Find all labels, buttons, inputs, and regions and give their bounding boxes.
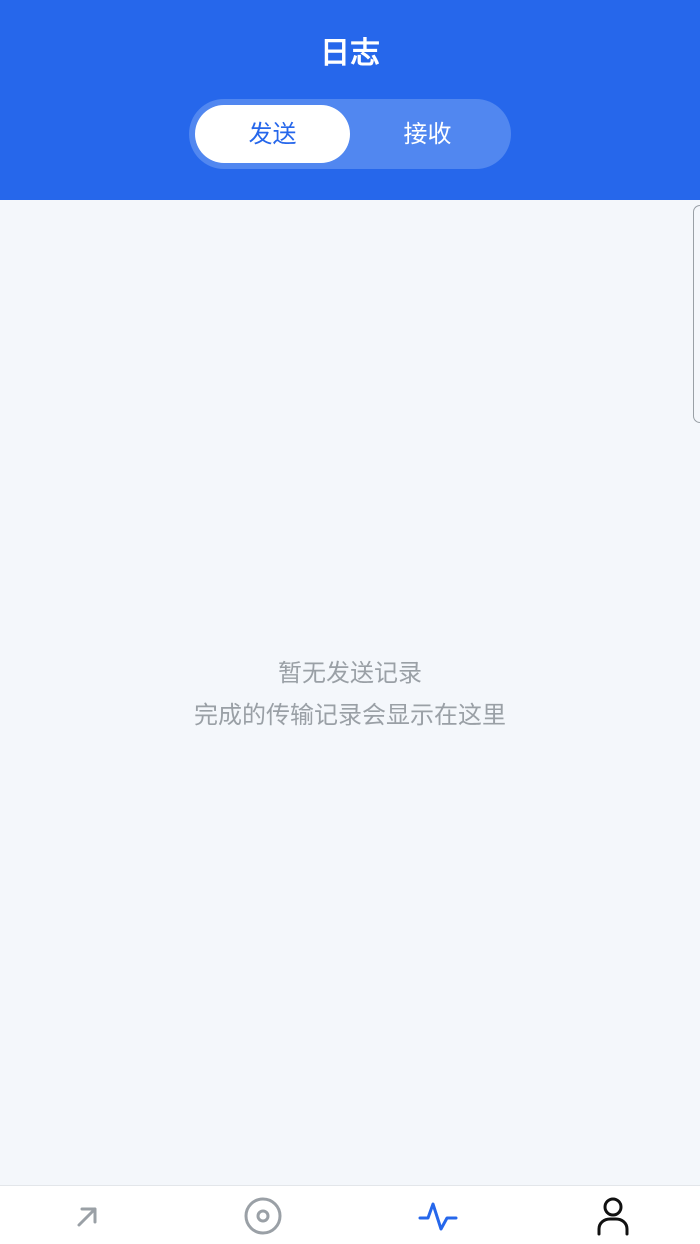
page-title: 日志 [320,36,380,71]
tabbar-item-send[interactable] [0,1186,175,1244]
tabbar-item-log[interactable] [350,1186,525,1244]
empty-state: 暂无发送记录 完成的传输记录会显示在这里 [0,652,700,736]
target-circle-icon [244,1197,281,1234]
log-screen: 日志 发送 接收 暂无发送记录 完成的传输记录会显示在这里 [0,0,700,1244]
side-drawer-handle[interactable] [693,205,700,423]
tabbar-item-profile[interactable] [525,1186,700,1244]
segmented-control: 发送 接收 [189,99,511,169]
activity-pulse-icon [418,1202,457,1230]
empty-state-subtitle: 完成的传输记录会显示在这里 [194,701,506,729]
header-bar: 日志 发送 接收 [0,0,700,200]
tabbar-item-discover[interactable] [175,1186,350,1244]
tab-send[interactable]: 发送 [195,105,350,163]
bottom-tab-bar [0,1185,700,1244]
user-icon [597,1197,628,1235]
arrow-up-right-icon [77,1207,96,1226]
tab-receive[interactable]: 接收 [350,105,505,163]
empty-state-title: 暂无发送记录 [278,659,422,687]
